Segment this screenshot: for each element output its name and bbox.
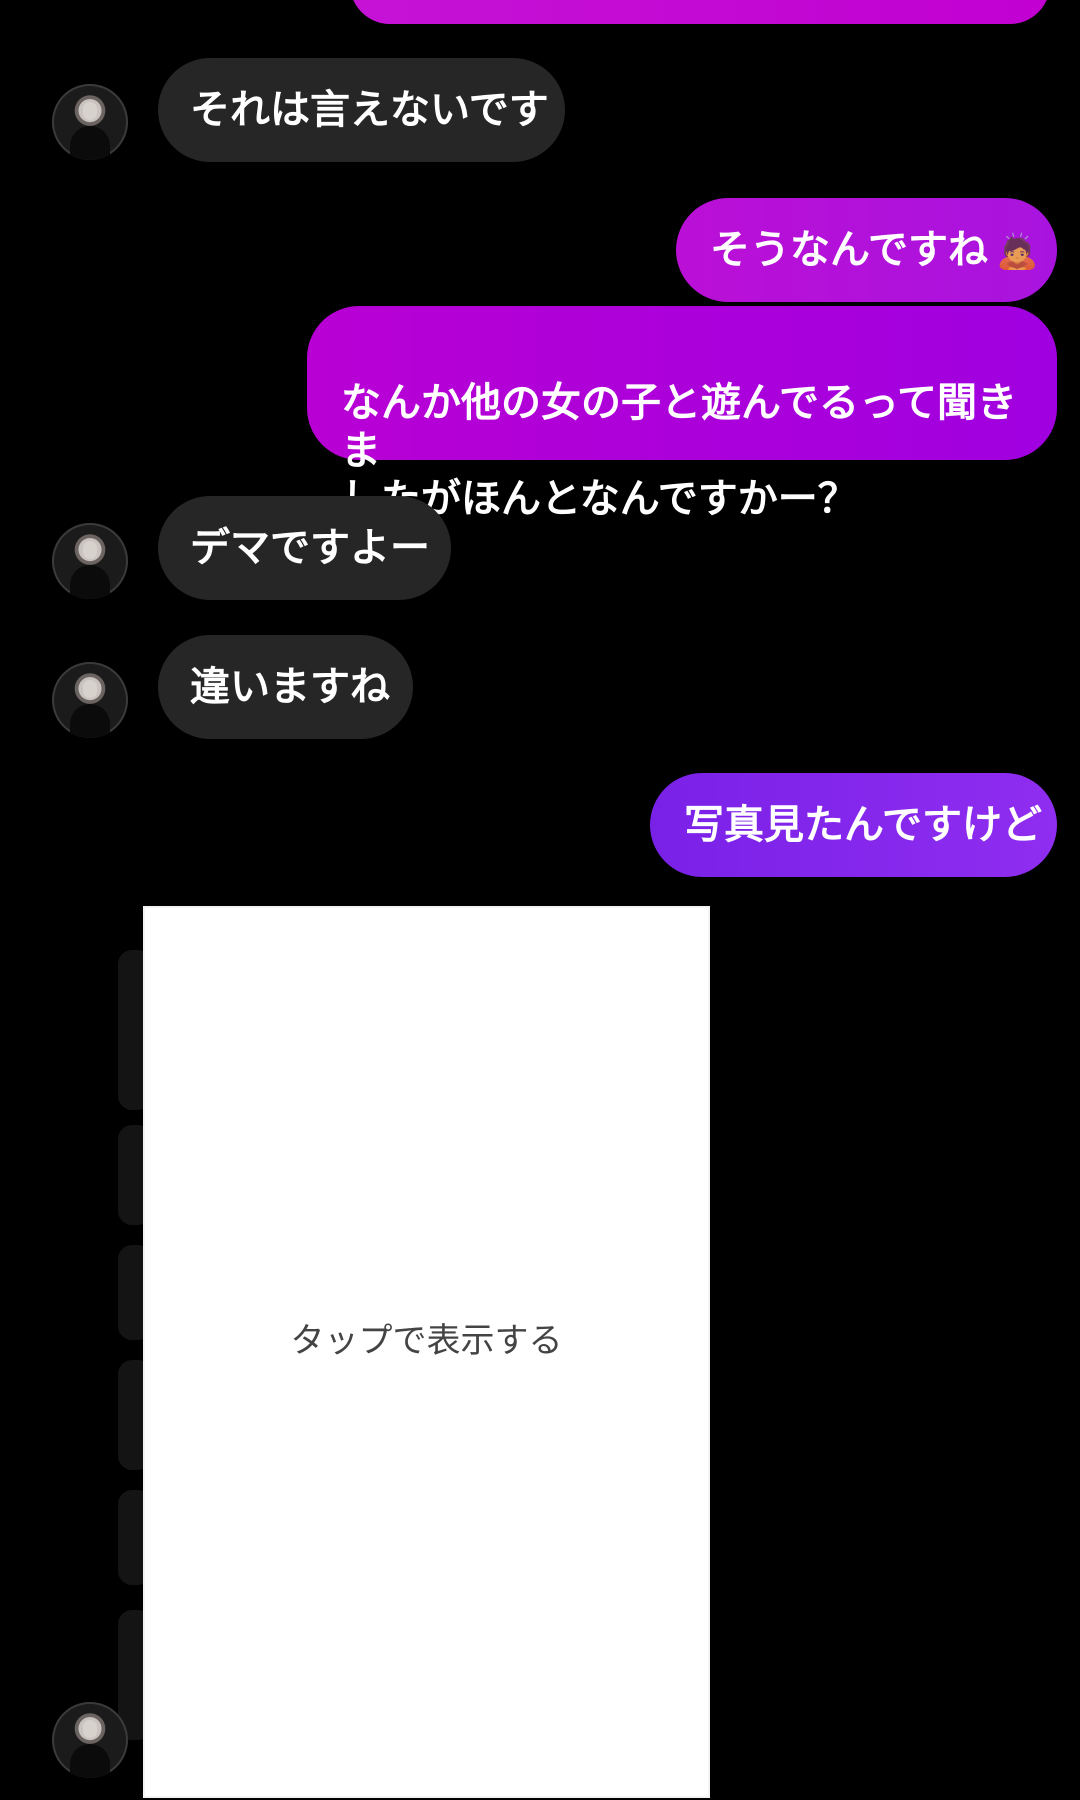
message-text: そうなんですね — [710, 227, 988, 273]
outgoing-message-bubble[interactable]: 写真見たんですけど — [650, 773, 1057, 877]
message-text: デマですよー — [190, 525, 430, 571]
incoming-message-bubble[interactable]: それは言えないです — [158, 58, 565, 162]
outgoing-message-bubble[interactable]: そうなんですね 🙇 — [676, 198, 1057, 302]
tap-to-view-label: タップで表示する — [290, 1321, 563, 1361]
avatar[interactable] — [52, 523, 128, 599]
incoming-message-bubble[interactable]: デマですよー — [158, 496, 451, 600]
avatar[interactable] — [52, 84, 128, 160]
message-text: 違いますね — [190, 664, 390, 710]
avatar[interactable] — [52, 1702, 128, 1778]
tap-to-view-media[interactable]: タップで表示する — [145, 908, 708, 1796]
avatar[interactable] — [52, 662, 128, 738]
previous-outgoing-bubble-edge — [350, 0, 1050, 24]
outgoing-message-bubble[interactable]: なんか他の女の子と遊んでるって聞きま したがほんとなんですかー？ — [307, 306, 1057, 522]
message-text: それは言えないです — [190, 87, 549, 133]
message-text: 写真見たんですけど — [684, 802, 1042, 848]
bow-emoji-icon: 🙇 — [996, 232, 1039, 272]
message-text: なんか他の女の子と遊んでるって聞きま したがほんとなんですかー？ — [341, 380, 1017, 522]
incoming-message-bubble[interactable]: 違いますね — [158, 635, 413, 739]
